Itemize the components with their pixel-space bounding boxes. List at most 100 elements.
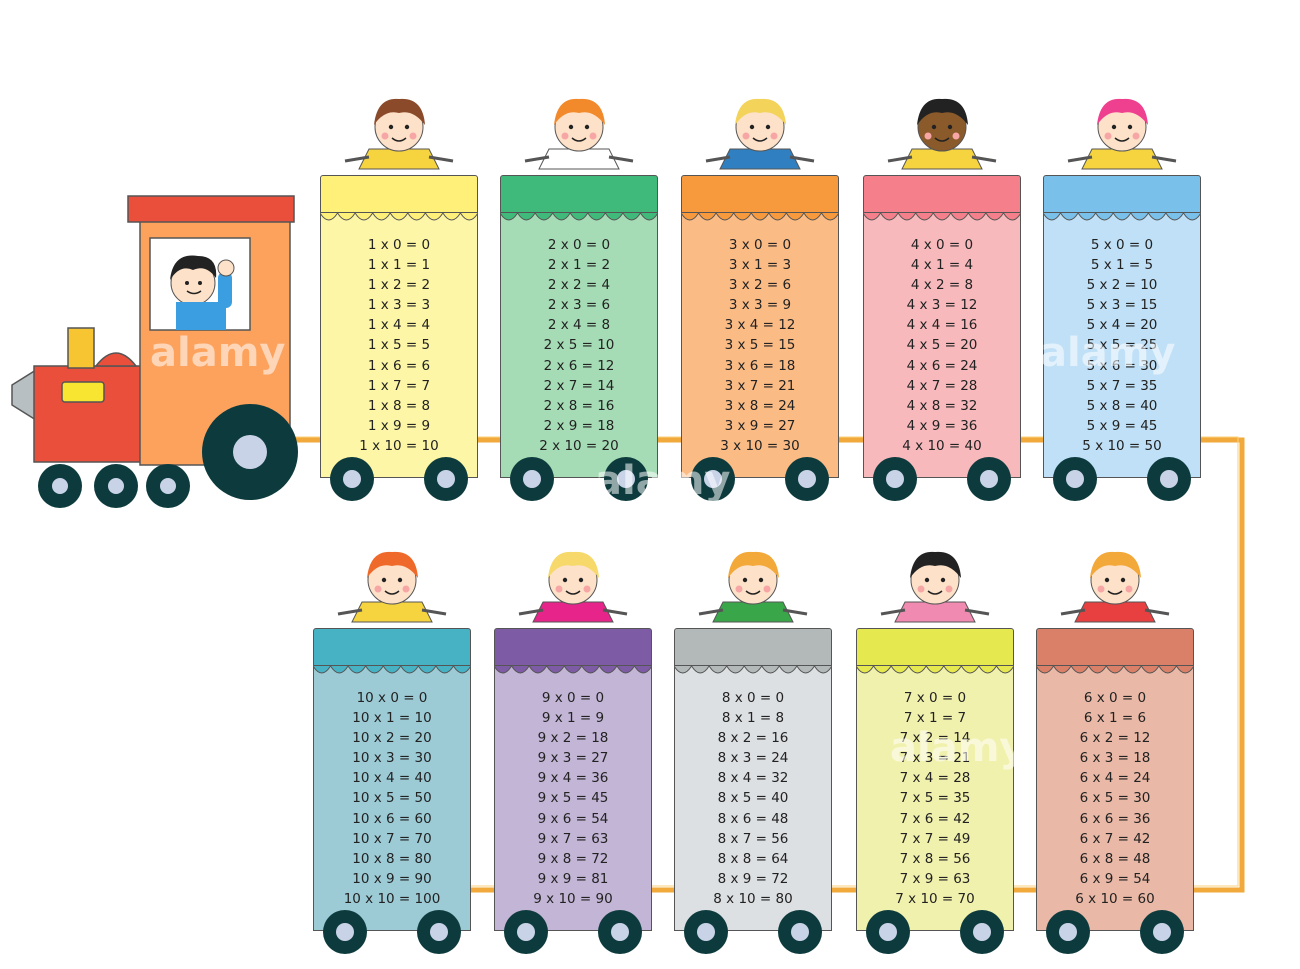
times-table-line: 9 x 5 = 45 [537, 790, 609, 807]
child-eye-left [1111, 124, 1117, 130]
times-table-line: 8 x 0 = 0 [721, 690, 785, 706]
child-eye-right [1127, 124, 1133, 130]
times-table-line: 2 x 6 = 12 [543, 357, 615, 374]
child-passenger [880, 551, 990, 623]
child-passenger [524, 98, 634, 170]
times-table-line: 9 x 10 = 90 [533, 890, 613, 907]
train-car-wheel-hub [791, 923, 809, 941]
times-table-line: 9 x 6 = 54 [537, 810, 609, 827]
watermark-text-4: alamy [890, 725, 1026, 771]
train-car-wheel-hub [1160, 470, 1178, 488]
child-eye-right [578, 577, 584, 583]
train-car-wheel-hub [430, 923, 448, 941]
times-table-line: 8 x 2 = 16 [717, 730, 789, 747]
times-table-line: 6 x 10 = 60 [1075, 890, 1155, 907]
times-table-line: 5 x 7 = 35 [1086, 377, 1158, 394]
child-passenger [337, 551, 447, 623]
train-car-8-times-table: 8 x 0 = 0 8 x 1 = 8 8 x 2 = 16 8 x 3 = 24 8 … [674, 628, 832, 931]
train-car-wheel [1147, 457, 1191, 501]
times-table-line: 3 x 5 = 15 [724, 337, 796, 354]
train-car-wheel-hub [1066, 470, 1084, 488]
train-car-wheel-hub [523, 470, 541, 488]
times-table-line: 1 x 4 = 4 [367, 317, 431, 334]
child-cheek-right [952, 132, 960, 140]
child-cheek-left [1097, 585, 1105, 593]
child-shirt [894, 601, 976, 623]
train-car-roof [320, 175, 478, 213]
times-table-line: 1 x 0 = 0 [367, 237, 431, 253]
times-table-line: 6 x 6 = 36 [1079, 810, 1151, 827]
child-eye-left [749, 124, 755, 130]
train-car-3-times-table: 3 x 0 = 0 3 x 1 = 3 3 x 2 = 6 3 x 3 = 9 3 x … [681, 175, 839, 478]
times-table-line: 1 x 3 = 3 [367, 297, 431, 314]
child-shirt [532, 601, 614, 623]
child-cheek-right [770, 132, 778, 140]
child-eye-left [742, 577, 748, 583]
times-table-line: 4 x 8 = 32 [906, 397, 978, 414]
child-cheek-left [735, 585, 743, 593]
times-table-line: 10 x 5 = 50 [352, 790, 432, 807]
times-table-line: 10 x 0 = 0 [356, 690, 428, 706]
times-table-line: 3 x 7 = 21 [724, 377, 796, 394]
times-table-line: 4 x 1 = 4 [910, 257, 974, 274]
times-table-line: 8 x 8 = 64 [717, 850, 789, 867]
times-table-line: 6 x 4 = 24 [1079, 770, 1151, 787]
times-table-line: 4 x 3 = 12 [906, 297, 978, 314]
child-passenger [344, 98, 454, 170]
times-table-line: 1 x 5 = 5 [367, 337, 431, 354]
times-table-lines: 1 x 0 = 0 1 x 1 = 1 1 x 2 = 2 1 x 3 = 3 1 x … [320, 235, 478, 456]
train-car-wheel [960, 910, 1004, 954]
times-table-line: 4 x 5 = 20 [906, 337, 978, 354]
train-car-wheel [323, 910, 367, 954]
times-table-line: 7 x 6 = 42 [899, 810, 971, 827]
train-car-7-times-table: 7 x 0 = 07 x 1 = 77 x 2 = 14 7 x 3 = 21 7 … [856, 628, 1014, 931]
child-cheek-right [589, 132, 597, 140]
times-table-line: 9 x 3 = 27 [537, 750, 609, 767]
times-table-line: 6 x 1 = 6 [1083, 710, 1147, 727]
child-eye-left [931, 124, 937, 130]
times-table-line: 3 x 8 = 24 [724, 397, 796, 414]
times-table-line: 10 x 9 = 90 [352, 870, 432, 887]
child-passenger [698, 551, 808, 623]
times-table-line: 9 x 4 = 36 [537, 770, 609, 787]
times-table-line: 9 x 9 = 81 [537, 870, 609, 887]
train-car-wheel-hub [611, 923, 629, 941]
child-cheek-right [945, 585, 953, 593]
train-car-roof [674, 628, 832, 666]
train-car-wheel [424, 457, 468, 501]
times-table-lines: 8 x 0 = 0 8 x 1 = 8 8 x 2 = 16 8 x 3 = 24 8 … [674, 688, 832, 909]
child-eye-right [397, 577, 403, 583]
train-car-wheel-hub [437, 470, 455, 488]
times-table-line: 8 x 1 = 8 [721, 710, 785, 727]
times-table-lines: 4 x 0 = 0 4 x 1 = 4 4 x 2 = 8 4 x 3 = 12 4 x… [863, 235, 1021, 456]
train-car-scallop-trim [500, 213, 658, 221]
train-car-wheel-hub [798, 470, 816, 488]
times-table-line: 2 x 7 = 14 [543, 377, 615, 394]
train-car-wheel [1053, 457, 1097, 501]
times-table-lines: 6 x 0 = 0 6 x 1 = 6 6 x 2 = 12 6 x 3 = 18 6 … [1036, 688, 1194, 909]
child-eye-right [765, 124, 771, 130]
child-eye-right [404, 124, 410, 130]
times-table-line: 4 x 7 = 28 [906, 377, 978, 394]
times-table-line: 9 x 8 = 72 [537, 850, 609, 867]
times-table-line: 4 x 10 = 40 [902, 437, 982, 454]
times-table-line: 7 x 4 = 28 [899, 770, 971, 787]
child-cheek-left [924, 132, 932, 140]
child-eye-right [940, 577, 946, 583]
times-table-line: 2 x 0 = 0 [547, 237, 611, 253]
times-table-line: 7 x 9 = 63 [899, 870, 971, 887]
child-shirt [351, 601, 433, 623]
times-table-line: 6 x 0 = 0 [1083, 690, 1147, 706]
times-table-line: 5 x 3 = 15 [1086, 297, 1158, 314]
times-table-line: 2 x 4 = 8 [547, 317, 611, 334]
train-car-roof [863, 175, 1021, 213]
times-table-line: 10 x 10 = 100 [343, 890, 441, 907]
times-table-line: 3 x 1 = 3 [728, 257, 792, 274]
times-table-line: 1 x 9 = 9 [367, 417, 431, 434]
child-shirt [1074, 601, 1156, 623]
child-passenger [518, 551, 628, 623]
train-car-4-times-table: 4 x 0 = 0 4 x 1 = 4 4 x 2 = 8 4 x 3 = 12 4 x… [863, 175, 1021, 478]
times-table-line: 3 x 6 = 18 [724, 357, 796, 374]
times-table-line: 7 x 7 = 49 [899, 830, 971, 847]
times-table-line: 9 x 2 = 18 [537, 730, 609, 747]
